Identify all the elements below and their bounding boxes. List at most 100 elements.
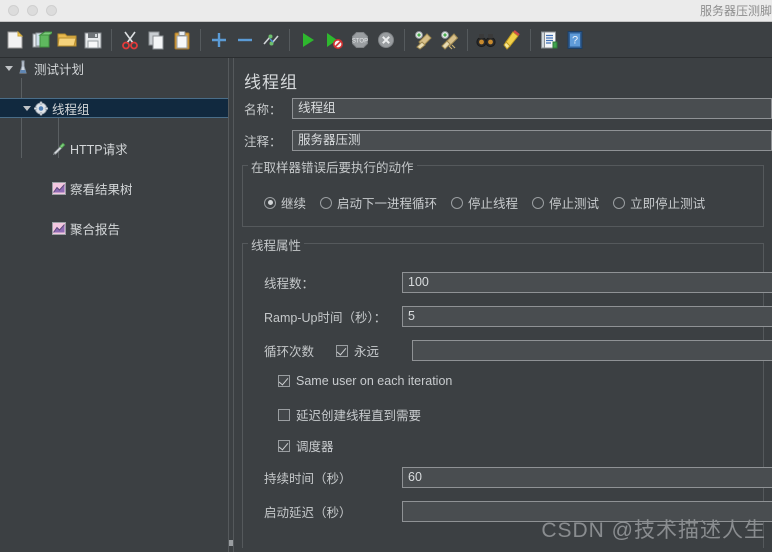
toolbar-separator — [467, 28, 468, 51]
toolbar-separator — [530, 28, 531, 51]
splitter-line — [228, 58, 229, 552]
new-icon[interactable] — [2, 25, 28, 55]
jmeter-window: 服务器压测脚 STOP ? 测试计划 线程组 HTTP请求 察看结果树 聚合报告… — [0, 0, 772, 552]
radio-label: 立即停止测试 — [630, 197, 706, 211]
thread-group-icon — [34, 98, 48, 118]
collapse-all-icon[interactable] — [232, 25, 258, 55]
tree-node-http-request[interactable]: HTTP请求 — [0, 138, 228, 158]
main-toolbar: STOP ? — [0, 22, 772, 58]
close-button[interactable] — [8, 5, 19, 16]
radio-indicator[interactable] — [613, 196, 626, 209]
radio-indicator[interactable] — [320, 196, 333, 209]
radio-option-continue[interactable]: 继续 — [264, 193, 306, 212]
tree-node-aggregate-report[interactable]: 聚合报告 — [0, 218, 228, 238]
svg-text:?: ? — [572, 34, 578, 46]
group-title: 在取样器错误后要执行的动作 — [248, 157, 417, 176]
reset-search-icon[interactable] — [499, 25, 525, 55]
expand-arrow-icon[interactable] — [2, 58, 16, 78]
toggle-icon[interactable] — [258, 25, 284, 55]
help-icon[interactable]: ? — [562, 25, 588, 55]
http-request-icon — [52, 138, 66, 158]
loop-count-row: 循环次数 永远 — [264, 340, 772, 361]
toolbar-separator — [289, 28, 290, 51]
rampup-label: Ramp-Up时间（秒）： — [264, 311, 387, 325]
test-plan-tree[interactable]: 测试计划 线程组 HTTP请求 察看结果树 聚合报告 — [0, 58, 228, 552]
radio-indicator[interactable] — [532, 196, 545, 209]
name-field-row: 名称： 线程组 — [244, 98, 772, 119]
name-label: 名称： — [244, 103, 282, 117]
aggregate-report-icon — [52, 218, 66, 238]
duration-input[interactable]: 60 — [402, 467, 772, 488]
forever-label: 永远 — [354, 345, 380, 359]
window-controls — [0, 5, 57, 16]
thread-count-label: 线程数： — [264, 277, 315, 291]
radio-option-stop-thread[interactable]: 停止线程 — [451, 193, 518, 212]
function-helper-icon[interactable] — [536, 25, 562, 55]
scheduler-label: 调度器 — [296, 440, 334, 454]
delay-thread-creation-label: 延迟创建线程直到需要 — [296, 409, 422, 423]
sampler-error-action-group: 在取样器错误后要执行的动作 继续 启动下一进程循环 停止线程 停止测试 立即停止… — [242, 157, 764, 227]
radio-indicator[interactable] — [451, 196, 464, 209]
loop-count-label: 循环次数 — [264, 345, 315, 359]
zoom-button[interactable] — [46, 5, 57, 16]
duration-row: 持续时间（秒） 60 — [264, 467, 772, 488]
clear-icon[interactable] — [410, 25, 436, 55]
thread-group-editor: 线程组 名称： 线程组 注释： 服务器压测 在取样器错误后要执行的动作 继续 启… — [234, 58, 772, 552]
rampup-input[interactable]: 5 — [402, 306, 772, 327]
comment-input[interactable]: 服务器压测 — [292, 130, 772, 151]
tree-node-label: 聚合报告 — [70, 222, 121, 237]
same-user-row[interactable]: Same user on each iteration — [278, 374, 452, 388]
thread-properties-group: 线程属性 线程数： 100 Ramp-Up时间（秒）： 5 循环次数 永远 Sa… — [242, 235, 772, 548]
toolbar-separator — [200, 28, 201, 51]
tree-node-view-results-tree[interactable]: 察看结果树 — [0, 178, 228, 198]
copy-icon[interactable] — [143, 25, 169, 55]
radio-label: 停止测试 — [549, 197, 600, 211]
delay-thread-creation-row[interactable]: 延迟创建线程直到需要 — [278, 405, 421, 424]
delay-thread-creation-checkbox[interactable] — [278, 408, 290, 421]
search-icon[interactable] — [473, 25, 499, 55]
thread-count-input[interactable]: 100 — [402, 272, 772, 293]
shutdown-icon[interactable] — [373, 25, 399, 55]
tree-node-test-plan[interactable]: 测试计划 — [0, 58, 228, 78]
loop-count-input[interactable] — [412, 340, 772, 361]
radio-option-stop-test-now[interactable]: 立即停止测试 — [613, 193, 705, 212]
comment-field-row: 注释： 服务器压测 — [244, 130, 772, 151]
splitter-grip[interactable] — [229, 540, 233, 546]
open-icon[interactable] — [54, 25, 80, 55]
radio-indicator[interactable] — [264, 196, 276, 209]
forever-checkbox[interactable] — [336, 344, 348, 357]
templates-icon[interactable] — [28, 25, 54, 55]
scheduler-checkbox[interactable] — [278, 439, 290, 452]
svg-text:STOP: STOP — [352, 38, 368, 44]
start-no-pauses-icon[interactable] — [321, 25, 347, 55]
page-title: 线程组 — [244, 73, 298, 92]
save-icon[interactable] — [80, 25, 106, 55]
tree-node-label: 察看结果树 — [70, 182, 133, 197]
expand-all-icon[interactable] — [206, 25, 232, 55]
cut-icon[interactable] — [117, 25, 143, 55]
expand-arrow-icon[interactable] — [20, 98, 34, 118]
toolbar-separator — [404, 28, 405, 51]
sampler-error-radio-group[interactable]: 继续 启动下一进程循环 停止线程 停止测试 立即停止测试 — [264, 193, 719, 212]
comment-label: 注释： — [244, 135, 282, 149]
clear-all-icon[interactable] — [436, 25, 462, 55]
name-input[interactable]: 线程组 — [292, 98, 772, 119]
stop-icon[interactable]: STOP — [347, 25, 373, 55]
startup-delay-label: 启动延迟（秒） — [264, 506, 352, 520]
tree-node-label: HTTP请求 — [70, 142, 128, 157]
tree-node-thread-group[interactable]: 线程组 — [0, 98, 228, 118]
tree-node-label: 测试计划 — [34, 62, 85, 77]
same-user-checkbox[interactable] — [278, 375, 290, 387]
radio-option-start-next-loop[interactable]: 启动下一进程循环 — [320, 193, 437, 212]
window-title: 服务器压测脚 — [699, 4, 772, 18]
minimize-button[interactable] — [27, 5, 38, 16]
toolbar-separator — [111, 28, 112, 51]
radio-label: 启动下一进程循环 — [337, 197, 438, 211]
scheduler-row[interactable]: 调度器 — [278, 436, 334, 455]
paste-icon[interactable] — [169, 25, 195, 55]
group-title: 线程属性 — [248, 235, 305, 254]
radio-option-stop-test[interactable]: 停止测试 — [532, 193, 599, 212]
same-user-label: Same user on each iteration — [296, 374, 453, 388]
radio-label: 停止线程 — [468, 197, 519, 211]
start-icon[interactable] — [295, 25, 321, 55]
